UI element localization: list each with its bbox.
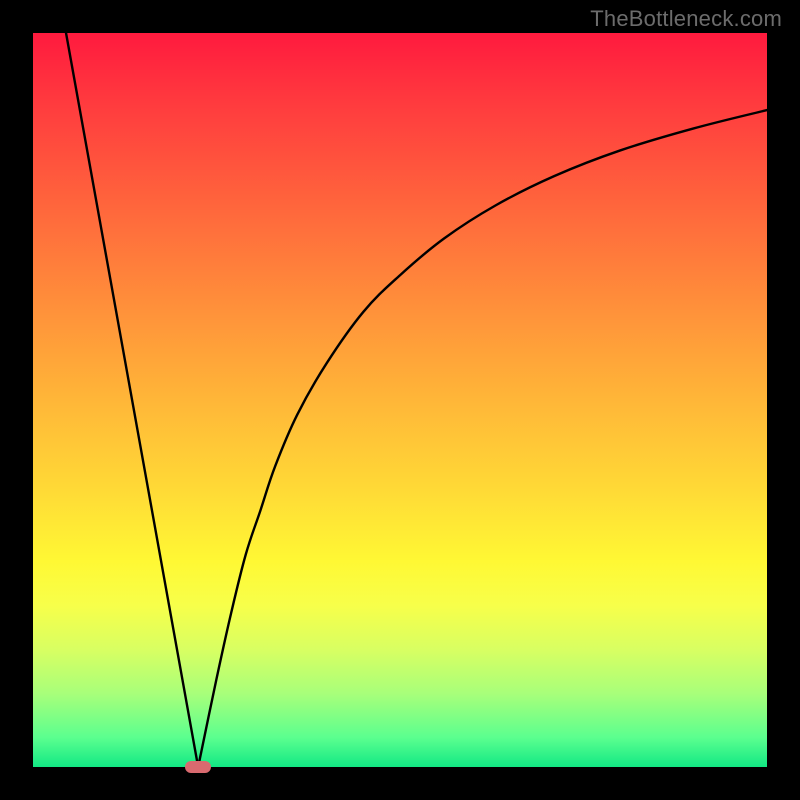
curve-layer bbox=[33, 33, 767, 767]
chart-frame: TheBottleneck.com bbox=[0, 0, 800, 800]
bottleneck-curve-left bbox=[66, 33, 198, 767]
bottleneck-curve-right bbox=[198, 110, 767, 767]
optimal-point-marker bbox=[185, 761, 211, 773]
plot-area bbox=[33, 33, 767, 767]
watermark-text: TheBottleneck.com bbox=[590, 6, 782, 32]
